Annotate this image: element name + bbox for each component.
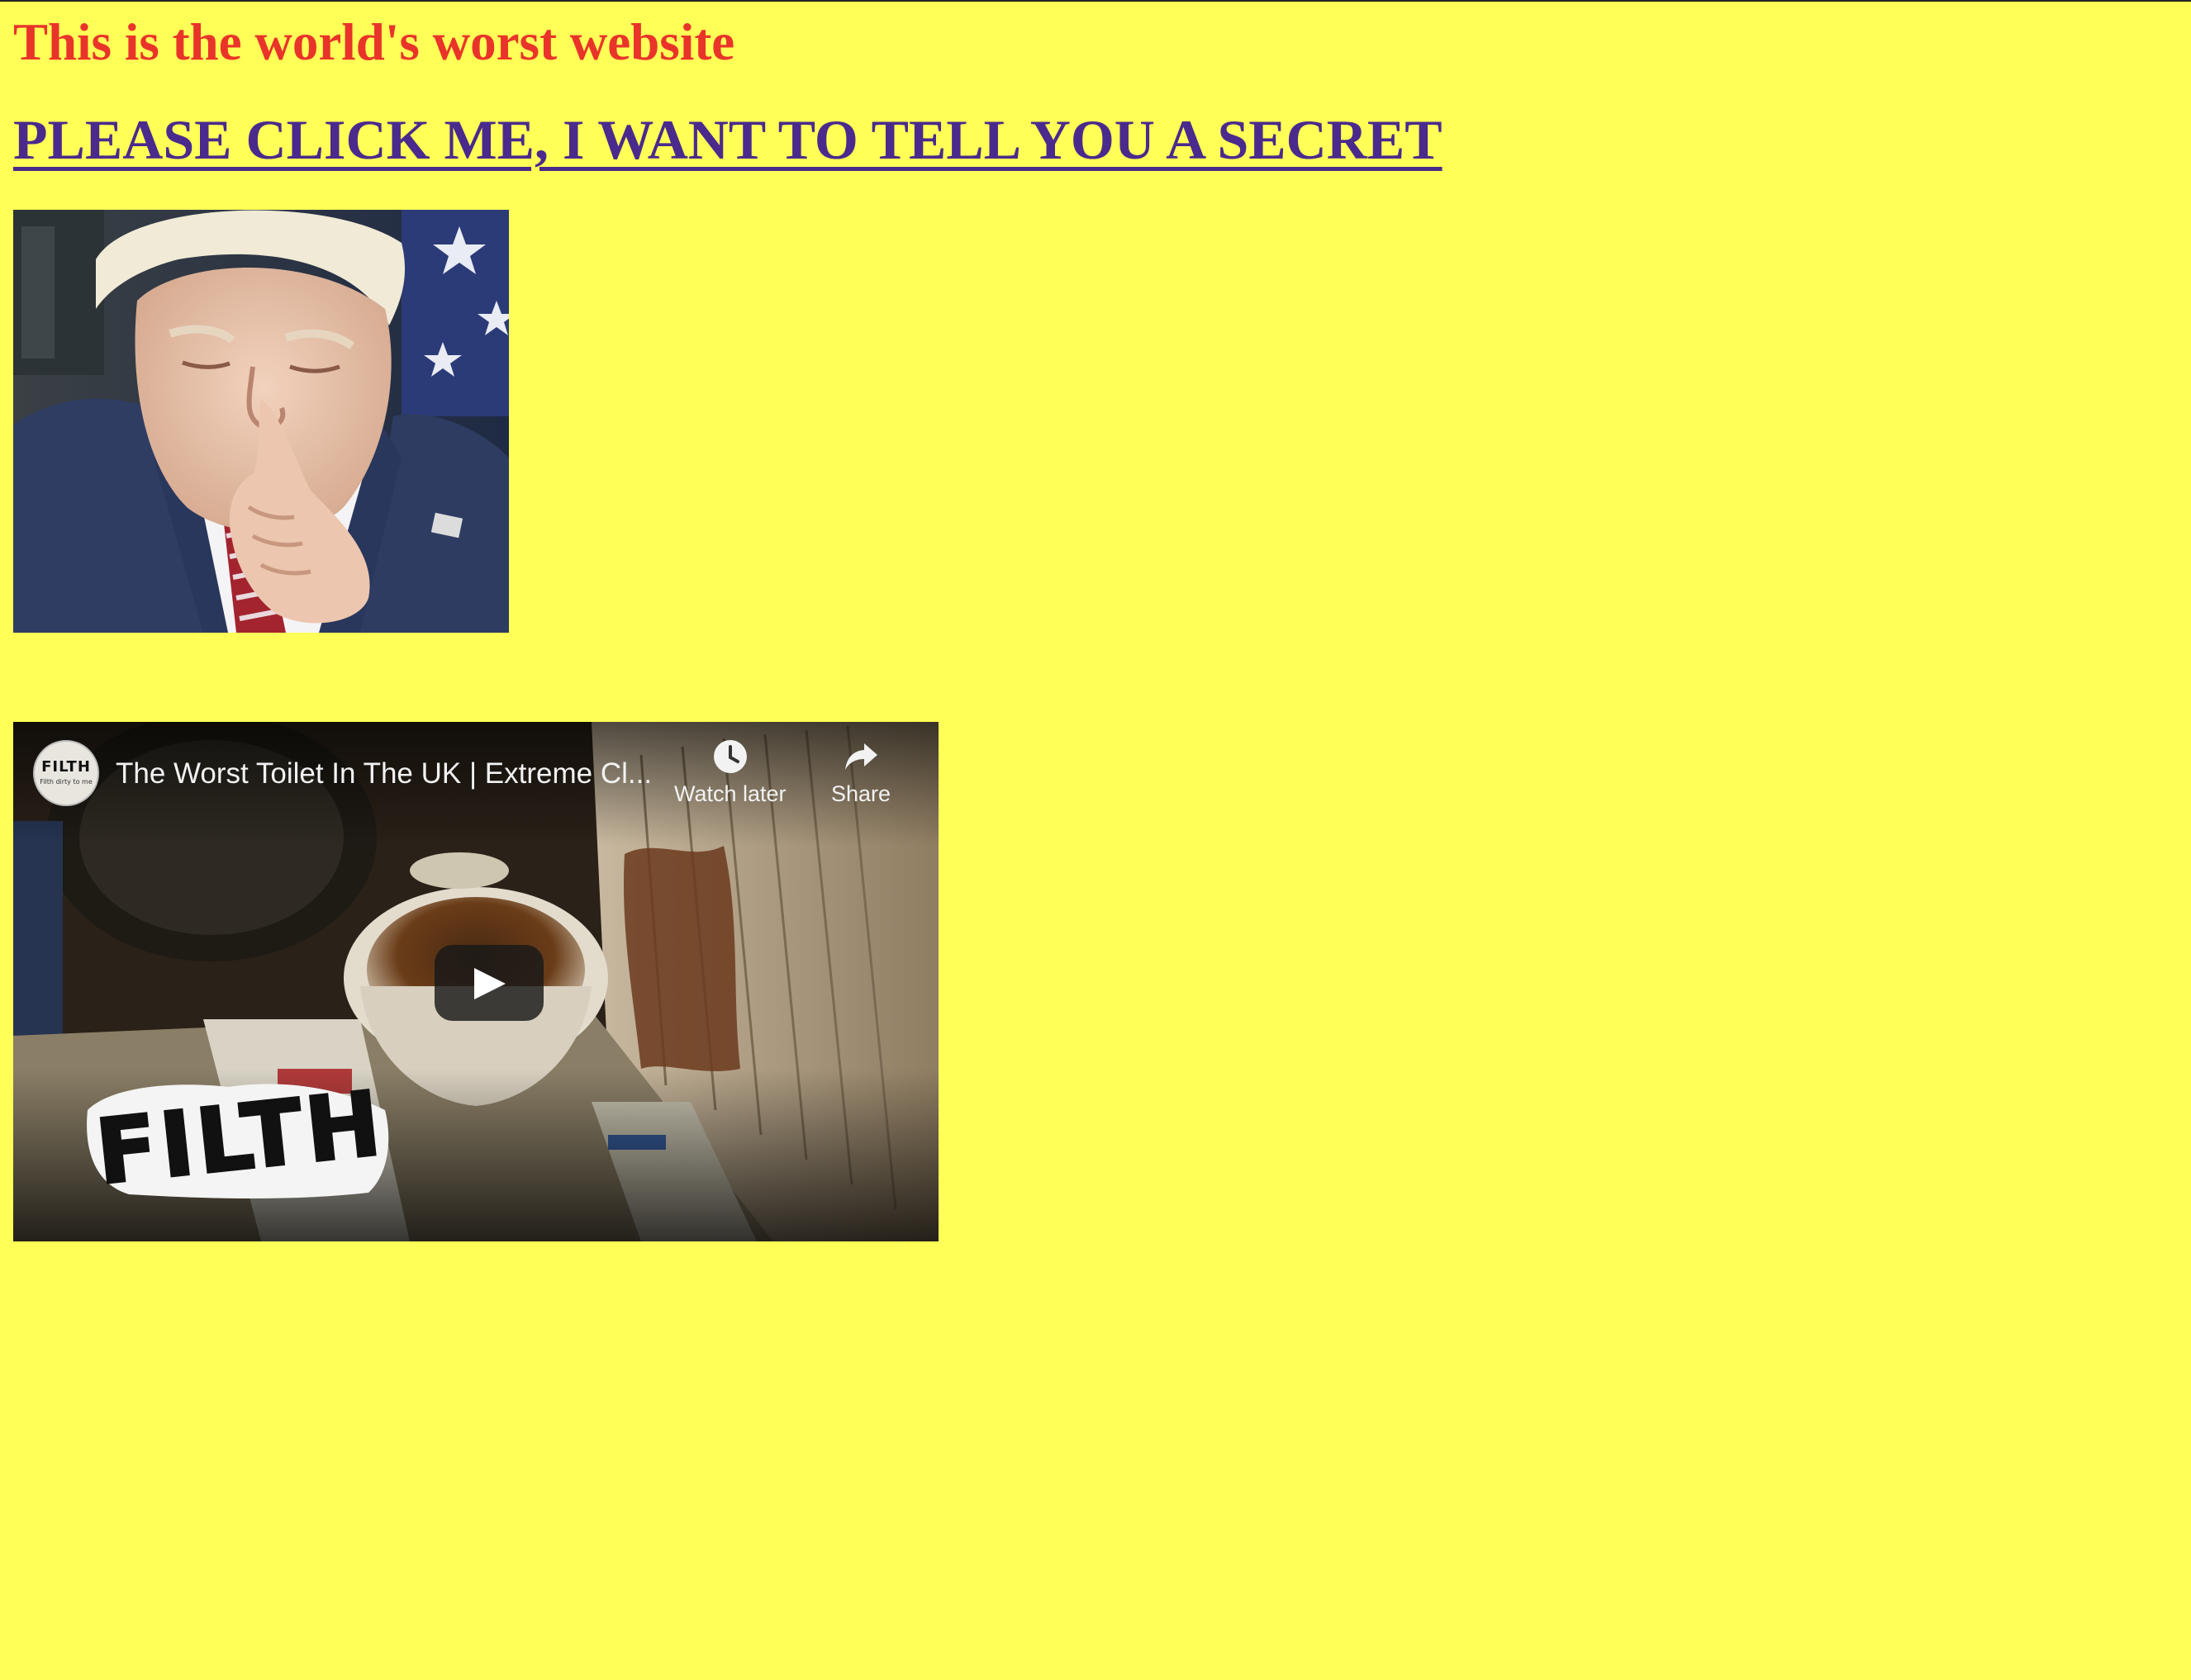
page-title: This is the world's worst website [13,13,735,71]
share-button[interactable]: Share [831,738,891,807]
video-player[interactable]: FILTH Filth dirty to me The Worst Toilet… [13,722,939,1241]
share-arrow-icon [845,743,878,770]
share-label: Share [831,781,891,806]
channel-avatar[interactable]: FILTH Filth dirty to me [33,740,99,806]
watch-later-label: Watch later [674,781,787,806]
channel-avatar-text: FILTH [41,758,91,776]
photo-image [13,210,509,633]
channel-avatar-subtext: Filth dirty to me [40,778,93,785]
clock-icon [713,740,747,773]
play-icon [474,968,506,999]
filth-logo: FILTH [79,1071,393,1206]
play-button[interactable] [435,945,544,1021]
video-title[interactable]: The Worst Toilet In The UK | Extreme Cl.… [116,758,669,790]
watch-later-button[interactable]: Watch later [674,738,787,807]
secret-link[interactable]: PLEASE CLICK ME, I WANT TO TELL YOU A SE… [13,112,1442,168]
page-body: This is the world's worst website PLEASE… [13,2,2191,1680]
